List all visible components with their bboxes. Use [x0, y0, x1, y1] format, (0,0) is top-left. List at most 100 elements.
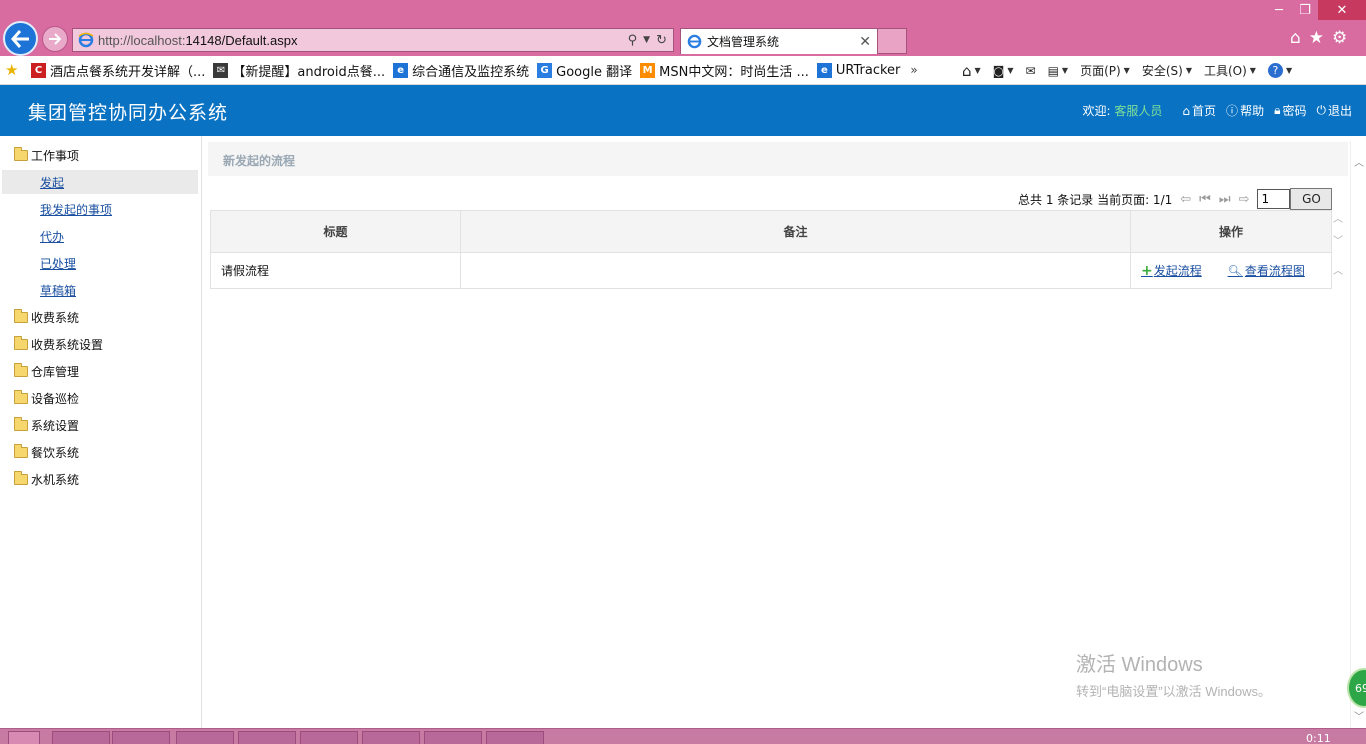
- sidebar-item-initiate[interactable]: 发起: [40, 174, 64, 191]
- current-user[interactable]: 客服人员: [1114, 104, 1162, 118]
- feeds-cmd-button[interactable]: ◙ ▼: [993, 64, 1014, 78]
- prev-page-icon[interactable]: ⇦: [1180, 192, 1191, 207]
- taskbar-item-app[interactable]: [238, 731, 296, 744]
- main-title-bar: 新发起的流程: [208, 142, 1348, 176]
- lock-icon: 🔒︎: [1274, 103, 1281, 117]
- sidebar-folder-billing[interactable]: 收费系统: [14, 309, 79, 326]
- restore-button[interactable]: ❐: [1292, 0, 1318, 20]
- next-page-icon[interactable]: ⇨: [1239, 192, 1250, 207]
- go-button[interactable]: GO: [1290, 188, 1333, 210]
- help-menu[interactable]: ? ▼: [1267, 63, 1292, 78]
- taskbar: 0:11: [0, 728, 1366, 744]
- first-page-icon[interactable]: ⏮: [1199, 192, 1211, 207]
- activation-watermark: 激活 Windows 转到“电脑设置”以激活 Windows。: [1076, 654, 1272, 699]
- clock[interactable]: 0:11: [1306, 732, 1331, 744]
- folder-icon: [14, 309, 28, 323]
- taskbar-item-tool[interactable]: [486, 731, 544, 744]
- sidebar-folder-water-machine[interactable]: 水机系统: [14, 471, 79, 488]
- window-close-button[interactable]: ✕: [1318, 0, 1366, 20]
- pager-summary: 总共 1 条记录 当前页面: 1/1: [1018, 192, 1173, 207]
- scroll-down-icon[interactable]: ﹀: [1354, 708, 1364, 723]
- ie-icon: [78, 32, 94, 48]
- help-link[interactable]: ⓘ 帮助: [1226, 102, 1264, 119]
- safety-menu[interactable]: 安全(S) ▼: [1142, 62, 1192, 79]
- app-header: 集团管控协同办公系统 欢迎: 客服人员 ⌂ 首页 ⓘ 帮助 🔒︎ 密码 ⏻ 退出: [0, 85, 1366, 136]
- active-item-highlight: [2, 170, 198, 194]
- sidebar-folder-inspection[interactable]: 设备巡检: [14, 390, 79, 407]
- print-cmd-button[interactable]: ▤ ▼: [1048, 64, 1069, 78]
- sidebar-item-my-initiated[interactable]: 我发起的事项: [40, 201, 112, 218]
- favorite-item[interactable]: ✉ 【新提醒】android点餐...: [213, 61, 385, 80]
- gear-icon[interactable]: ⚙: [1332, 28, 1347, 48]
- home-cmd-button[interactable]: ⌂ ▼: [962, 62, 981, 80]
- page-number-input[interactable]: [1257, 189, 1291, 209]
- close-icon[interactable]: ✕: [859, 34, 871, 50]
- power-icon: ⏻: [1316, 103, 1326, 117]
- sidebar-folder-catering[interactable]: 餐饮系统: [14, 444, 79, 461]
- magnifier-icon: 🔍︎: [1227, 263, 1243, 278]
- start-process-link[interactable]: + 发起流程: [1141, 262, 1202, 279]
- dropdown-icon[interactable]: ▼: [643, 33, 650, 48]
- folder-icon: [14, 363, 28, 377]
- folder-icon: [14, 336, 28, 350]
- favorite-item[interactable]: M MSN中文网：时尚生活 ...: [640, 61, 809, 80]
- printer-icon: ▤: [1047, 63, 1059, 78]
- taskbar-item-word[interactable]: [362, 731, 420, 744]
- page-scrollbar[interactable]: ︿ ﹀: [1350, 142, 1366, 728]
- help-icon: ⓘ: [1226, 104, 1239, 118]
- tab-title: 文档管理系统: [707, 35, 780, 49]
- favorite-item[interactable]: G Google 翻译: [537, 61, 632, 80]
- taskbar-item-chrome[interactable]: [176, 731, 234, 744]
- sidebar-item-drafts[interactable]: 草稿箱: [40, 282, 76, 299]
- folder-icon: [14, 471, 28, 485]
- favicon-icon: e: [393, 62, 409, 78]
- forward-button[interactable]: [42, 26, 68, 52]
- page-title: 新发起的流程: [223, 154, 296, 168]
- sidebar-folder-warehouse[interactable]: 仓库管理: [14, 363, 79, 380]
- page-menu[interactable]: 页面(P) ▼: [1080, 62, 1130, 79]
- password-link[interactable]: 🔒︎ 密码: [1274, 102, 1306, 119]
- command-bar: ⌂ ▼ ◙ ▼ ✉ ▤ ▼ 页面(P) ▼ 安全(S) ▼ 工具(O) ▼ ? ▼: [962, 56, 1292, 85]
- view-flowchart-link[interactable]: 🔍︎ 查看流程图: [1228, 262, 1305, 279]
- scroll-up-icon[interactable]: ︿: [1333, 210, 1343, 225]
- new-tab-button[interactable]: [878, 28, 907, 54]
- last-page-icon[interactable]: ⏭: [1219, 192, 1231, 207]
- home-icon[interactable]: ⌂: [1290, 28, 1301, 48]
- sidebar-folder-system-settings[interactable]: 系统设置: [14, 417, 79, 434]
- star-icon[interactable]: ★: [1309, 28, 1324, 48]
- favorites-star-icon[interactable]: ★: [5, 61, 23, 79]
- scroll-up-icon[interactable]: ︿: [1354, 154, 1364, 169]
- rss-icon: ◙: [992, 63, 1005, 78]
- logout-link[interactable]: ⏻ 退出: [1316, 102, 1352, 119]
- taskbar-item-photo[interactable]: [424, 731, 482, 744]
- tab-document-system[interactable]: 文档管理系统 ✕: [680, 28, 878, 54]
- search-icon[interactable]: ⚲: [628, 33, 638, 48]
- refresh-icon[interactable]: ↻: [656, 33, 667, 48]
- inner-scrollbar[interactable]: ︿ ﹀ ︿: [1331, 210, 1345, 280]
- sidebar-item-processed[interactable]: 已处理: [40, 255, 76, 272]
- column-header-note: 备注: [460, 210, 1131, 253]
- mail-cmd-button[interactable]: ✉: [1026, 64, 1036, 78]
- address-bar[interactable]: http://localhost:14148/Default.aspx ⚲ ▼ …: [72, 28, 674, 52]
- sidebar-folder-billing-settings[interactable]: 收费系统设置: [14, 336, 103, 353]
- favorite-item[interactable]: C 酒店点餐系统开发详解（...: [31, 61, 205, 80]
- folder-icon: [14, 444, 28, 458]
- more-favorites-icon[interactable]: »: [910, 63, 917, 77]
- app-title: 集团管控协同办公系统: [28, 102, 229, 124]
- scroll-down-icon[interactable]: ﹀: [1333, 232, 1343, 247]
- scroll-up-icon[interactable]: ︿: [1333, 262, 1343, 277]
- favorite-item[interactable]: e URTracker: [816, 62, 900, 78]
- favorite-item[interactable]: e 综合通信及监控系统: [393, 61, 529, 80]
- taskbar-item-ie[interactable]: [52, 731, 110, 744]
- sidebar-item-todo[interactable]: 代办: [40, 228, 64, 245]
- start-button[interactable]: [8, 731, 40, 744]
- taskbar-item-explorer[interactable]: [112, 731, 170, 744]
- home-link[interactable]: ⌂ 首页: [1182, 102, 1216, 119]
- minimize-button[interactable]: ─: [1266, 0, 1292, 20]
- tools-menu[interactable]: 工具(O) ▼: [1204, 62, 1256, 79]
- sidebar-folder-work-items[interactable]: 工作事项: [14, 147, 79, 164]
- header-nav: 欢迎: 客服人员 ⌂ 首页 ⓘ 帮助 🔒︎ 密码 ⏻ 退出: [1083, 102, 1352, 119]
- favicon-icon: M: [640, 62, 656, 78]
- back-button[interactable]: [3, 21, 38, 56]
- taskbar-item-vs[interactable]: [300, 731, 358, 744]
